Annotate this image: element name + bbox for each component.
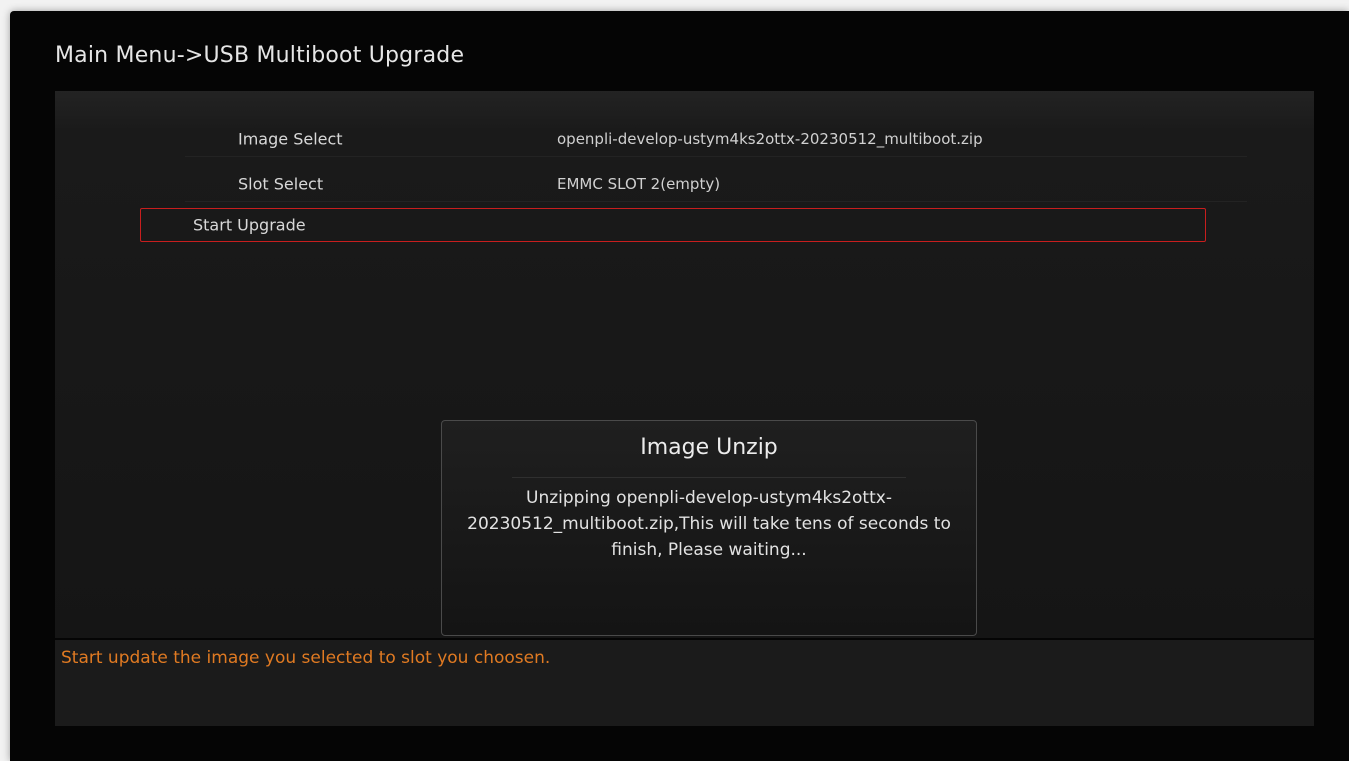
help-bar: Start update the image you selected to s… xyxy=(55,640,1314,726)
menu-item-image-select[interactable]: Image Select openpli-develop-ustym4ks2ot… xyxy=(185,122,1247,157)
menu-item-value: EMMC SLOT 2(empty) xyxy=(557,175,721,193)
menu-item-start-upgrade[interactable]: Start Upgrade xyxy=(140,208,1206,242)
menu-item-label: Start Upgrade xyxy=(193,215,306,235)
dialog-message: Unzipping openpli-develop-ustym4ks2ottx-… xyxy=(467,488,951,560)
help-text: Start update the image you selected to s… xyxy=(61,648,551,668)
menu-item-slot-select[interactable]: Slot Select EMMC SLOT 2(empty) xyxy=(185,167,1247,202)
dialog-title: Image Unzip xyxy=(640,435,778,460)
image-unzip-dialog: Image Unzip Unzipping openpli-develop-us… xyxy=(441,420,977,636)
menu-item-label: Slot Select xyxy=(238,174,324,194)
main-panel: Image Select openpli-develop-ustym4ks2ot… xyxy=(55,91,1314,638)
menu-item-label: Image Select xyxy=(238,129,343,149)
page-title: Main Menu->USB Multiboot Upgrade xyxy=(55,43,465,68)
tv-screen: Main Menu->USB Multiboot Upgrade Image S… xyxy=(10,11,1349,761)
dialog-divider xyxy=(512,477,906,478)
menu-item-value: openpli-develop-ustym4ks2ottx-20230512_m… xyxy=(557,130,983,148)
